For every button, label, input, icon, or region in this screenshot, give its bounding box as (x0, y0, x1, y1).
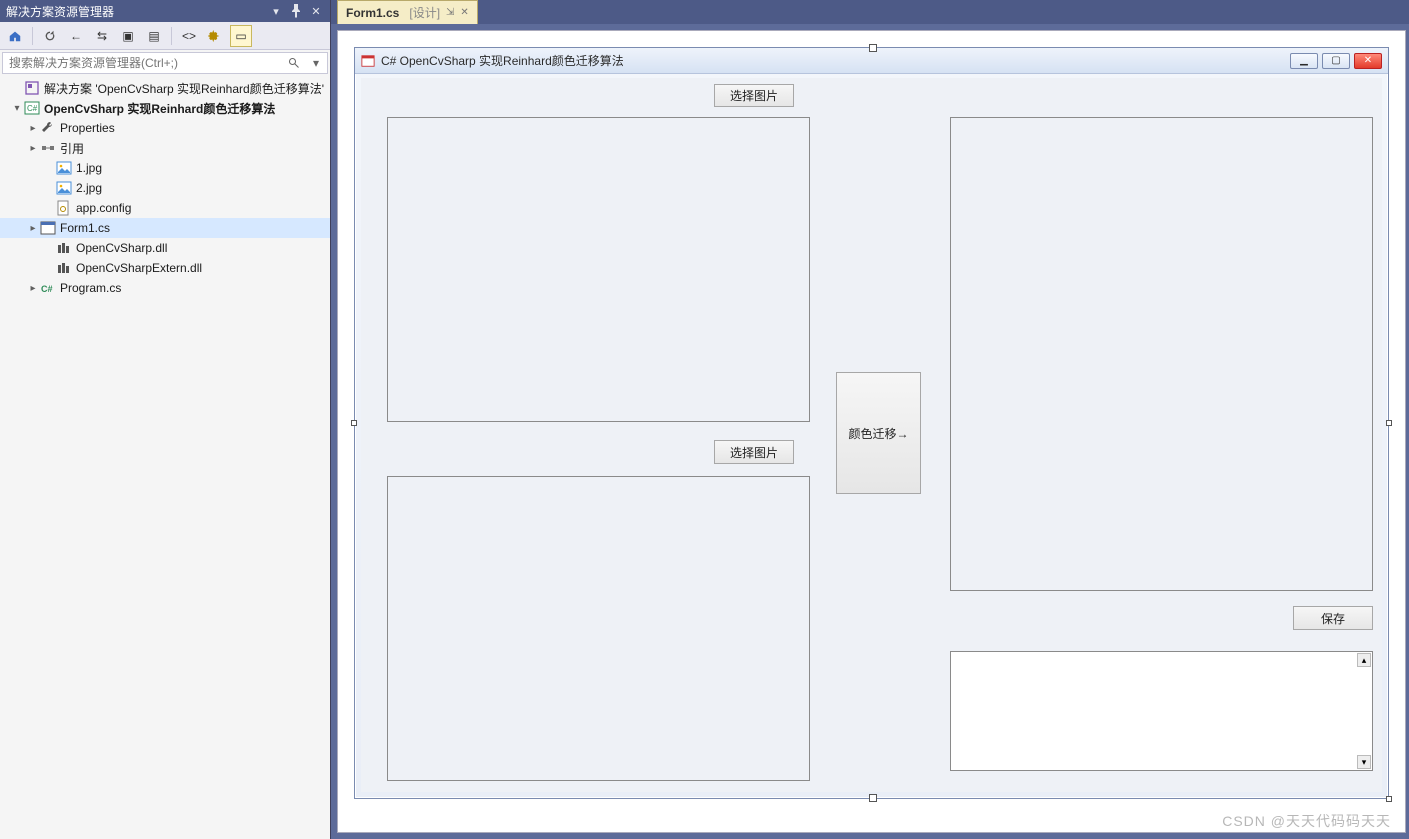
color-transfer-button[interactable]: 颜色迁移→ (836, 372, 921, 494)
tab-suffix: [设计] (409, 4, 440, 21)
log-textbox[interactable]: ▴ ▾ (950, 651, 1373, 771)
form-window[interactable]: C# OpenCvSharp 实现Reinhard颜色迁移算法 ▁ ▢ ✕ 选择… (354, 47, 1389, 799)
document-tabstrip: Form1.cs [设计] ⇲ ✕ (331, 0, 1409, 24)
picturebox-source1[interactable] (387, 117, 810, 422)
file-program[interactable]: C# Program.cs (0, 278, 330, 298)
form-titlebar: C# OpenCvSharp 实现Reinhard颜色迁移算法 ▁ ▢ ✕ (355, 48, 1388, 74)
sync-icon[interactable]: ⇆ (91, 25, 113, 47)
preview-icon[interactable]: ▭ (230, 25, 252, 47)
svg-text:C#: C# (41, 284, 53, 294)
pin-icon[interactable] (288, 3, 304, 19)
form-icon (40, 220, 56, 236)
dll-icon (56, 240, 72, 256)
tab-pin-icon[interactable]: ⇲ (446, 7, 454, 18)
panel-title: 解决方案资源管理器 (6, 3, 114, 20)
panel-toolbar: ← ⇆ ▣ ▤ <> ▭ (0, 22, 330, 50)
cs-icon: C# (40, 280, 56, 296)
scroll-down-icon[interactable]: ▾ (1357, 755, 1371, 769)
svg-text:C#: C# (27, 104, 38, 113)
code-view-icon[interactable]: <> (178, 25, 200, 47)
scroll-up-icon[interactable]: ▴ (1357, 653, 1371, 667)
references-node[interactable]: 引用 (0, 138, 330, 158)
file-1jpg[interactable]: 1.jpg (0, 158, 330, 178)
properties-node[interactable]: Properties (0, 118, 330, 138)
references-label: 引用 (60, 140, 84, 157)
resize-handle[interactable] (1386, 796, 1392, 802)
home-icon[interactable] (4, 25, 26, 47)
close-button[interactable]: ✕ (1354, 53, 1382, 69)
refresh-icon[interactable] (39, 25, 61, 47)
close-icon[interactable]: ✕ (308, 3, 324, 19)
show-all-icon[interactable]: ▤ (143, 25, 165, 47)
file-dll2[interactable]: OpenCvSharpExtern.dll (0, 258, 330, 278)
file-2jpg[interactable]: 2.jpg (0, 178, 330, 198)
file-form1[interactable]: Form1.cs (0, 218, 330, 238)
back-icon[interactable]: ← (65, 25, 87, 47)
solution-label: 解决方案 'OpenCvSharp 实现Reinhard颜色迁移算法' (44, 80, 324, 97)
wrench-icon (40, 120, 56, 136)
search-box[interactable]: ▾ (2, 52, 328, 74)
panel-titlebar: 解决方案资源管理器 ▾ ✕ (0, 0, 330, 22)
form-icon (361, 54, 375, 68)
save-button[interactable]: 保存 (1293, 606, 1373, 630)
properties-label: Properties (60, 121, 115, 135)
maximize-button[interactable]: ▢ (1322, 53, 1350, 69)
resize-handle[interactable] (351, 420, 357, 426)
window-position-icon[interactable]: ▾ (268, 3, 284, 19)
search-dropdown-icon[interactable]: ▾ (305, 56, 327, 70)
csproj-icon: C# (24, 100, 40, 116)
solution-tree: 解决方案 'OpenCvSharp 实现Reinhard颜色迁移算法' C# O… (0, 76, 330, 839)
form-title: C# OpenCvSharp 实现Reinhard颜色迁移算法 (381, 52, 624, 69)
image-icon (56, 160, 72, 176)
resize-handle[interactable] (1386, 420, 1392, 426)
tab-form1-design[interactable]: Form1.cs [设计] ⇲ ✕ (337, 0, 478, 24)
references-icon (40, 140, 56, 156)
project-label: OpenCvSharp 实现Reinhard颜色迁移算法 (44, 100, 275, 117)
picturebox-source2[interactable] (387, 476, 810, 781)
search-input[interactable] (3, 56, 283, 70)
dll-icon (56, 260, 72, 276)
solution-icon (24, 80, 40, 96)
properties-icon[interactable] (204, 25, 226, 47)
file-appconfig[interactable]: app.config (0, 198, 330, 218)
file-dll1[interactable]: OpenCvSharp.dll (0, 238, 330, 258)
collapse-icon[interactable]: ▣ (117, 25, 139, 47)
search-icon[interactable] (283, 57, 305, 69)
tab-close-icon[interactable]: ✕ (460, 7, 468, 18)
solution-node[interactable]: 解决方案 'OpenCvSharp 实现Reinhard颜色迁移算法' (0, 78, 330, 98)
image-icon (56, 180, 72, 196)
config-icon (56, 200, 72, 216)
minimize-button[interactable]: ▁ (1290, 53, 1318, 69)
picturebox-result[interactable] (950, 117, 1373, 591)
project-node[interactable]: C# OpenCvSharp 实现Reinhard颜色迁移算法 (0, 98, 330, 118)
tab-label: Form1.cs (346, 6, 399, 20)
select-image-top-button[interactable]: 选择图片 (714, 84, 794, 107)
select-image-bottom-button[interactable]: 选择图片 (714, 440, 794, 464)
form-client-area: 选择图片 选择图片 颜色迁移→ 保存 ▴ (361, 78, 1382, 792)
solution-explorer-panel: 解决方案资源管理器 ▾ ✕ ← ⇆ ▣ ▤ <> ▭ (0, 0, 331, 839)
designer-surface[interactable]: C# OpenCvSharp 实现Reinhard颜色迁移算法 ▁ ▢ ✕ 选择… (337, 30, 1406, 833)
